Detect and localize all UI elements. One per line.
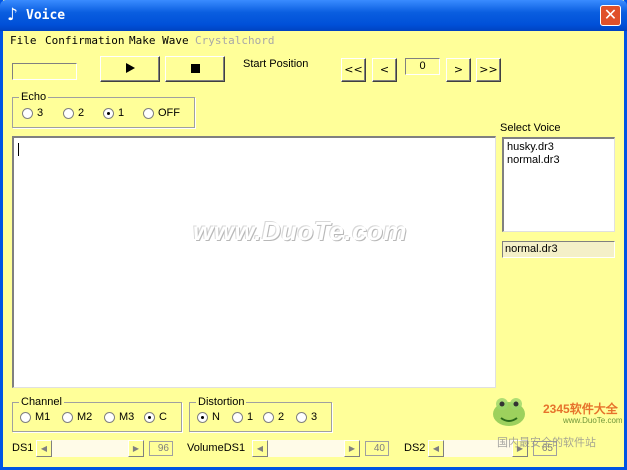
radio-icon (20, 411, 31, 423)
radio-icon (22, 107, 33, 119)
channel-option-c[interactable]: C (144, 411, 167, 423)
distortion-group: Distortion N 1 2 3 (189, 396, 332, 432)
echo-group: Echo 3 2 1 OFF (12, 91, 195, 128)
play-button[interactable] (100, 56, 160, 82)
ds1-label: DS1 (12, 442, 34, 454)
echo-option-1[interactable]: 1 (103, 107, 124, 119)
radio-icon (143, 107, 154, 119)
status-field (12, 63, 77, 80)
text-caret (18, 143, 19, 156)
voice-list[interactable]: husky.dr3 normal.dr3 (502, 137, 615, 232)
voice-window: ♪ Voice ✕ File Confirmation Make Wave Cr… (0, 0, 627, 470)
window-title: Voice (26, 8, 66, 23)
echo-option-3[interactable]: 3 (22, 107, 43, 119)
first-position-button[interactable]: << (341, 58, 366, 82)
distortion-option-n[interactable]: N (197, 411, 220, 423)
echo-label: Echo (19, 91, 49, 103)
channel-option-m1[interactable]: M1 (20, 411, 50, 423)
radio-icon (232, 411, 243, 423)
channel-group: Channel M1 M2 M3 C (12, 396, 182, 432)
distortion-label: Distortion (196, 396, 247, 408)
ds1-value: 96 (149, 441, 173, 456)
voice-text-editor[interactable] (12, 136, 496, 388)
distortion-option-1[interactable]: 1 (232, 411, 253, 423)
radio-selected-icon (197, 411, 208, 423)
radio-selected-icon (103, 107, 114, 119)
close-button[interactable]: ✕ (600, 5, 621, 26)
volume-ds1-label: VolumeDS1 (187, 442, 246, 454)
radio-icon (263, 411, 274, 423)
echo-option-off[interactable]: OFF (143, 107, 180, 119)
scroll-left-icon[interactable]: ◀ (36, 440, 52, 457)
radio-selected-icon (144, 411, 155, 423)
logo-tagline: 国内最安全的软件站 (497, 437, 596, 449)
list-item[interactable]: normal.dr3 (507, 154, 611, 167)
distortion-option-2[interactable]: 2 (263, 411, 284, 423)
scroll-left-icon[interactable]: ◀ (252, 440, 268, 457)
selected-voice-field[interactable]: normal.dr3 (502, 241, 615, 258)
play-icon (125, 63, 135, 73)
last-position-button[interactable]: >> (476, 58, 501, 82)
prev-position-button[interactable]: < (372, 58, 397, 82)
channel-label: Channel (19, 396, 64, 408)
volume-ds1-value: 40 (365, 441, 389, 456)
radio-icon (104, 411, 115, 423)
site-logo: 2345软件大全 www.DuoTe.com 国内最安全的软件站 (491, 392, 623, 450)
menu-file[interactable]: File (10, 34, 37, 47)
ds1-scrollbar[interactable]: ◀ ▶ (36, 440, 144, 457)
music-note-icon: ♪ (7, 5, 18, 25)
menu-crystalchord[interactable]: Crystalchord (195, 34, 274, 47)
start-position-label: Start Position (243, 58, 309, 70)
radio-icon (62, 411, 73, 423)
title-bar[interactable]: ♪ Voice ✕ (0, 0, 627, 31)
radio-icon (296, 411, 307, 423)
next-position-button[interactable]: > (446, 58, 471, 82)
radio-icon (63, 107, 74, 119)
distortion-option-3[interactable]: 3 (296, 411, 317, 423)
stop-icon (190, 64, 200, 73)
channel-option-m3[interactable]: M3 (104, 411, 134, 423)
menu-bar: File Confirmation Make Wave Crystalchord (3, 31, 624, 50)
channel-option-m2[interactable]: M2 (62, 411, 92, 423)
ds2-label: DS2 (404, 442, 426, 454)
scroll-right-icon[interactable]: ▶ (128, 440, 144, 457)
select-voice-label: Select Voice (500, 122, 561, 134)
volume-ds1-scrollbar[interactable]: ◀ ▶ (252, 440, 360, 457)
logo-url: www.DuoTe.com (563, 416, 623, 425)
logo-brand: 2345软件大全 (543, 402, 618, 416)
watermark: www.DuoTe.com (193, 216, 408, 246)
list-item[interactable]: husky.dr3 (507, 141, 611, 154)
close-icon: ✕ (603, 5, 618, 24)
scroll-left-icon[interactable]: ◀ (428, 440, 444, 457)
menu-make-wave[interactable]: Make Wave (129, 34, 189, 47)
menu-confirmation[interactable]: Confirmation (45, 34, 124, 47)
scroll-right-icon[interactable]: ▶ (344, 440, 360, 457)
stop-button[interactable] (165, 56, 225, 82)
position-field[interactable]: 0 (405, 58, 440, 75)
echo-option-2[interactable]: 2 (63, 107, 84, 119)
frog-mascot-icon (493, 398, 525, 426)
